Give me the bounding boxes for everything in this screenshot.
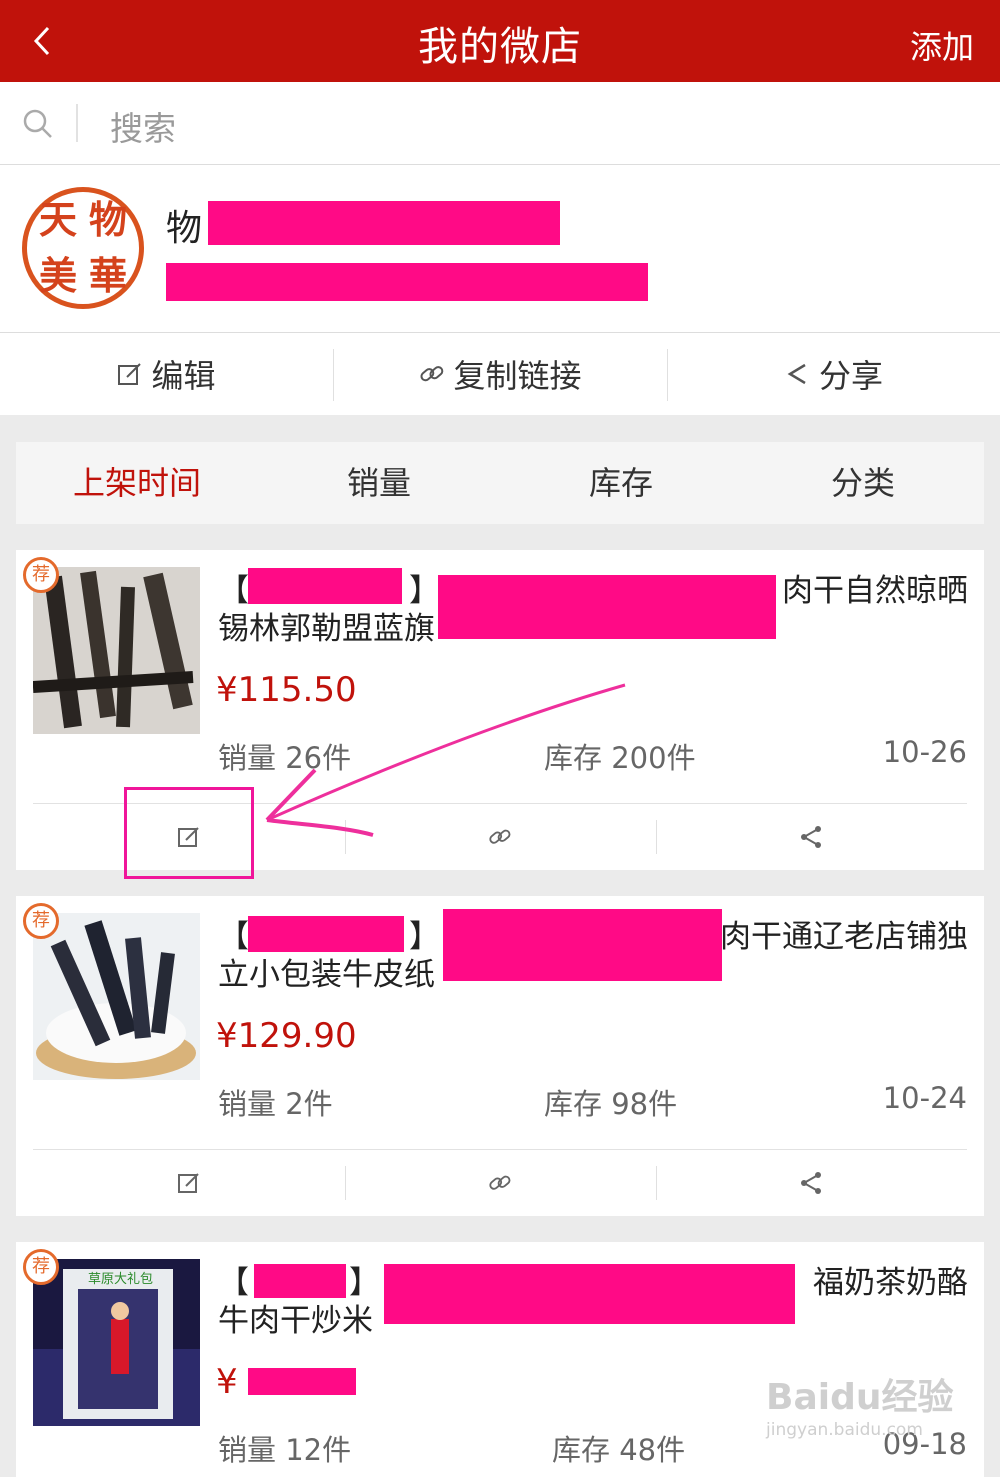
app-header: 我的微店 添加 — [0, 0, 1000, 82]
edit-icon — [178, 1173, 199, 1193]
product-date: 10-26 — [882, 735, 967, 769]
link-icon — [420, 366, 444, 382]
product-stock: 库存 98件 — [544, 1087, 678, 1121]
tab-listing-time[interactable]: 上架时间 — [16, 442, 258, 524]
product-sales: 销量 12件 — [218, 1433, 352, 1467]
edit-shop-button[interactable]: 编辑 — [0, 333, 333, 415]
product-price: ¥ — [216, 1362, 238, 1402]
search-input[interactable]: 搜索 — [110, 102, 176, 150]
share-icon — [787, 363, 806, 385]
highlight-box — [124, 787, 254, 879]
product-image: 草原大礼包 — [33, 1259, 200, 1426]
share-icon — [801, 1172, 821, 1194]
redaction — [254, 1264, 346, 1298]
product-stock: 库存 48件 — [552, 1433, 686, 1467]
shop-info: 天物美華 物 — [0, 165, 1000, 333]
watermark-url: jingyan.baidu.com — [766, 1420, 923, 1440]
shop-actions: 编辑 复制链接 分享 — [0, 333, 1000, 415]
copy-product-link-button[interactable] — [344, 1150, 656, 1216]
redaction — [166, 263, 648, 301]
add-button[interactable]: 添加 — [910, 22, 974, 68]
product-card[interactable]: 草原大礼包 荐 【】福奶茶奶酪 牛肉干炒米 ¥ 销量 12件 库存 48件 09… — [16, 1242, 984, 1477]
share-shop-button[interactable]: 分享 — [668, 333, 1000, 415]
product-price: ¥129.90 — [216, 1016, 357, 1056]
search-divider — [76, 104, 78, 142]
redaction — [248, 1368, 356, 1395]
page-title: 我的微店 — [418, 24, 582, 70]
share-product-button[interactable] — [655, 804, 967, 870]
redaction — [248, 916, 404, 952]
edit-product-button[interactable] — [33, 1150, 345, 1216]
share-product-button[interactable] — [655, 1150, 967, 1216]
redaction — [438, 575, 776, 639]
link-icon — [489, 1175, 511, 1190]
redaction — [248, 568, 402, 604]
edit-label: 编辑 — [151, 357, 216, 395]
sort-tabs: 上架时间 销量 库存 分类 — [16, 442, 984, 524]
recommend-badge: 荐 — [23, 1249, 59, 1285]
tab-sales[interactable]: 销量 — [258, 442, 500, 524]
tab-category[interactable]: 分类 — [742, 442, 984, 524]
product-image — [32, 567, 200, 734]
product-image — [33, 913, 200, 1080]
redaction — [384, 1264, 795, 1324]
product-date: 10-24 — [882, 1081, 967, 1115]
search-bar[interactable]: 搜索 — [0, 82, 1000, 165]
svg-text:草原大礼包: 草原大礼包 — [88, 1271, 153, 1287]
shop-logo: 天物美華 — [22, 187, 144, 309]
share-label: 分享 — [818, 357, 883, 395]
redaction — [443, 909, 722, 981]
search-icon — [23, 109, 52, 138]
recommend-badge: 荐 — [23, 903, 59, 939]
product-sales: 销量 2件 — [218, 1087, 333, 1121]
shop-name: 物 — [166, 208, 203, 249]
share-icon — [801, 826, 821, 848]
annotation-arrow — [265, 683, 626, 837]
copy-link-label: 复制链接 — [453, 357, 582, 395]
watermark: Baidu经验 jingyan.baidu.com — [766, 1368, 953, 1440]
tab-stock[interactable]: 库存 — [500, 442, 742, 524]
edit-icon — [118, 363, 142, 385]
recommend-badge: 荐 — [23, 557, 59, 593]
watermark-brand: Baidu经验 — [766, 1377, 954, 1418]
redaction — [208, 201, 560, 245]
product-card[interactable]: 荐 【】肉干通辽老店铺独 立小包装牛皮纸 ¥129.90 销量 2件 库存 98… — [16, 896, 984, 1216]
copy-link-button[interactable]: 复制链接 — [334, 333, 667, 415]
